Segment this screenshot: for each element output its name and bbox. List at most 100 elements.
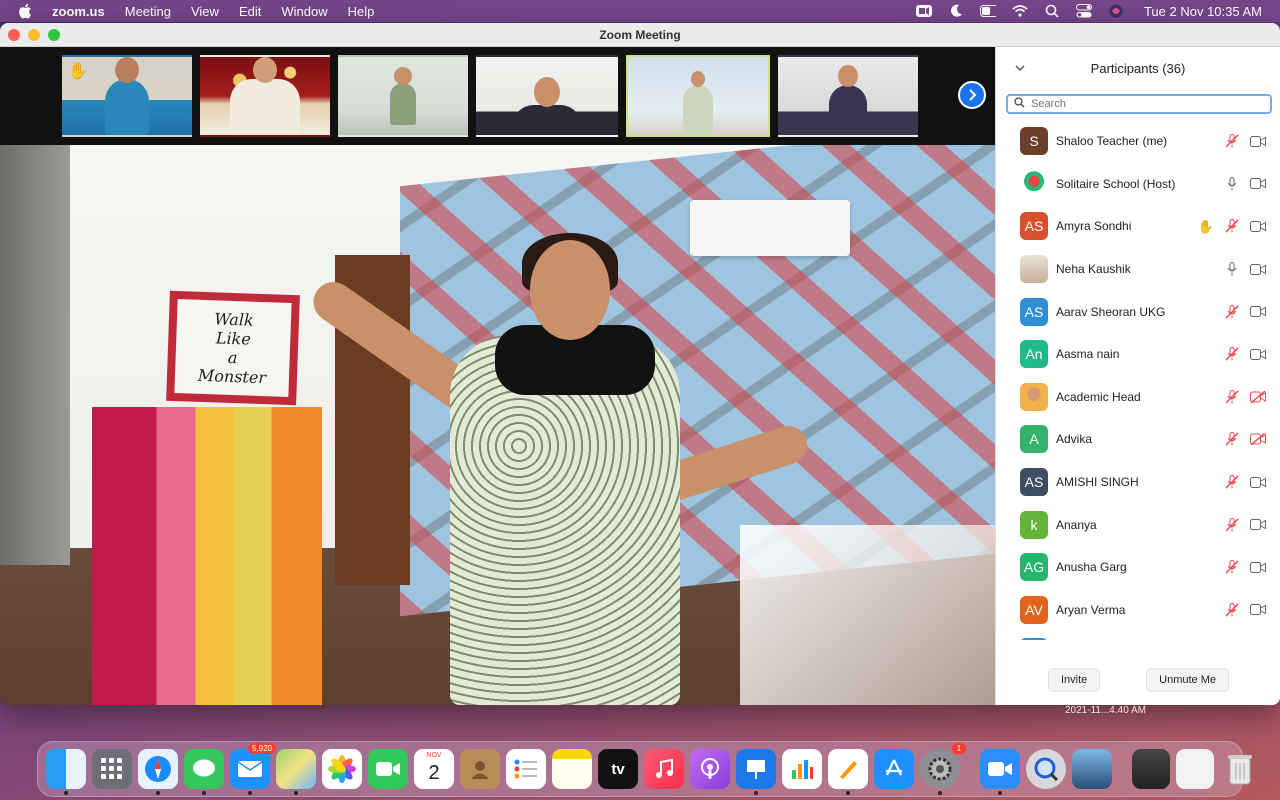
launchpad-icon[interactable]: [92, 749, 132, 789]
participant-row[interactable]: A Advika: [996, 418, 1280, 461]
menu-app-name[interactable]: zoom.us: [52, 4, 105, 19]
microphone-muted-icon[interactable]: [1224, 304, 1240, 320]
contacts-icon[interactable]: [460, 749, 500, 789]
pages-icon[interactable]: [828, 749, 868, 795]
participant-thumbnail[interactable]: [200, 55, 330, 137]
participant-row[interactable]: S Shaloo Teacher (me): [996, 120, 1280, 163]
raised-hand-icon: ✋: [1197, 218, 1215, 234]
participant-row[interactable]: AS Amyra Sondhi ✋: [996, 205, 1280, 248]
app-store-icon[interactable]: [874, 749, 914, 789]
apple-tv-icon[interactable]: tv: [598, 749, 638, 789]
facetime-icon[interactable]: [368, 749, 408, 789]
quicktime-icon[interactable]: [1026, 749, 1066, 789]
participant-row[interactable]: Solitaire School (Host): [996, 163, 1280, 206]
participant-row[interactable]: AV Aryan Verma: [996, 589, 1280, 632]
invite-button[interactable]: Invite: [1048, 668, 1101, 692]
trash-icon[interactable]: [1220, 749, 1260, 789]
photos-icon[interactable]: [322, 749, 362, 789]
video-camera-icon[interactable]: [1250, 602, 1266, 618]
microphone-muted-icon[interactable]: [1224, 133, 1240, 149]
next-page-button[interactable]: [958, 81, 986, 109]
participant-thumbnail[interactable]: ✋: [62, 55, 192, 137]
keynote-icon[interactable]: [736, 749, 776, 795]
participant-thumbnail[interactable]: [778, 55, 918, 137]
window-titlebar[interactable]: Zoom Meeting: [0, 23, 1280, 47]
video-camera-icon[interactable]: [1250, 133, 1266, 149]
participant-row[interactable]: AS Aarav Sheoran UKG: [996, 290, 1280, 333]
video-camera-icon[interactable]: [1250, 304, 1266, 320]
music-icon[interactable]: [644, 749, 684, 789]
search-input[interactable]: [1031, 98, 1264, 110]
downloads-stack-icon[interactable]: [1132, 749, 1170, 789]
notes-icon[interactable]: [552, 749, 592, 789]
video-camera-icon[interactable]: [1250, 474, 1266, 490]
zoom-status-icon[interactable]: [915, 4, 932, 18]
microphone-icon[interactable]: [1224, 261, 1240, 277]
active-speaker-video[interactable]: Walk Like a Monster: [0, 145, 995, 705]
calendar-icon[interactable]: NOV 2: [414, 749, 454, 789]
menu-meeting[interactable]: Meeting: [125, 4, 171, 19]
menu-help[interactable]: Help: [348, 4, 375, 19]
participant-row[interactable]: k Ananya: [996, 503, 1280, 546]
participant-thumbnail[interactable]: [476, 55, 618, 137]
participant-row[interactable]: An Aasma nain: [996, 333, 1280, 376]
menu-edit[interactable]: Edit: [239, 4, 261, 19]
participant-thumbnail-active-speaker[interactable]: [626, 55, 770, 137]
apple-menu-icon[interactable]: [18, 3, 34, 19]
microphone-muted-icon[interactable]: [1224, 431, 1240, 447]
participant-name: AMISHI SINGH: [1056, 475, 1139, 490]
mail-icon[interactable]: 5,920: [230, 743, 276, 795]
microphone-muted-icon[interactable]: [1224, 389, 1240, 405]
thumbnail-strip: ✋: [0, 47, 995, 145]
chevron-down-icon[interactable]: [1014, 61, 1028, 75]
microphone-muted-icon[interactable]: [1224, 559, 1240, 575]
spotlight-search-icon[interactable]: [1044, 4, 1060, 18]
microphone-muted-icon[interactable]: [1224, 218, 1240, 234]
menu-window[interactable]: Window: [281, 4, 327, 19]
video-camera-off-icon[interactable]: [1250, 431, 1266, 447]
desktop-screenshot-file-label[interactable]: 2021-11...4.40 AM: [1065, 705, 1146, 716]
preview-icon[interactable]: [1072, 749, 1112, 789]
microphone-muted-icon[interactable]: [1224, 517, 1240, 533]
maps-icon[interactable]: [276, 749, 316, 795]
video-camera-icon[interactable]: [1250, 261, 1266, 277]
participant-name: Advika: [1056, 432, 1093, 447]
video-camera-icon[interactable]: [1250, 559, 1266, 575]
safari-icon[interactable]: [138, 749, 178, 795]
messages-icon[interactable]: [184, 749, 224, 795]
documents-stack-icon[interactable]: [1176, 749, 1214, 789]
participant-row[interactable]: AG Anusha Garg: [996, 546, 1280, 589]
finder-icon[interactable]: [46, 749, 86, 795]
participant-thumbnail[interactable]: [338, 55, 468, 137]
menu-view[interactable]: View: [191, 4, 219, 19]
participant-search[interactable]: [1006, 94, 1272, 114]
numbers-icon[interactable]: [782, 749, 822, 789]
participant-row[interactable]: Academic Head: [996, 376, 1280, 419]
podcasts-icon[interactable]: [690, 749, 730, 789]
moon-icon[interactable]: [948, 4, 964, 18]
control-center-icon[interactable]: [1075, 4, 1092, 18]
participant-avatar: AS: [1020, 297, 1048, 326]
participant-figure: [829, 65, 867, 135]
battery-icon[interactable]: [979, 4, 996, 18]
video-camera-icon[interactable]: [1250, 346, 1266, 362]
siri-icon[interactable]: [1108, 4, 1124, 18]
participant-row[interactable]: AS AMISHI SINGH: [996, 461, 1280, 504]
microphone-muted-icon[interactable]: [1224, 474, 1240, 490]
system-preferences-icon[interactable]: 1: [920, 743, 966, 795]
unmute-me-button[interactable]: Unmute Me: [1146, 668, 1229, 692]
video-camera-off-icon[interactable]: [1250, 389, 1266, 405]
video-camera-icon[interactable]: [1250, 517, 1266, 533]
microphone-icon[interactable]: [1224, 176, 1240, 192]
reminders-icon[interactable]: [506, 749, 546, 789]
wifi-icon[interactable]: [1012, 4, 1028, 18]
video-camera-icon[interactable]: [1250, 176, 1266, 192]
participant-row[interactable]: AgAvya garg: [996, 631, 1280, 640]
menubar-clock[interactable]: Tue 2 Nov 10:35 AM: [1144, 4, 1262, 19]
participant-row[interactable]: Neha Kaushik: [996, 248, 1280, 291]
microphone-muted-icon[interactable]: [1224, 346, 1240, 362]
video-camera-icon[interactable]: [1250, 218, 1266, 234]
zoom-app-icon[interactable]: [980, 749, 1020, 795]
participant-avatar: AV: [1020, 595, 1048, 624]
microphone-muted-icon[interactable]: [1224, 602, 1240, 618]
